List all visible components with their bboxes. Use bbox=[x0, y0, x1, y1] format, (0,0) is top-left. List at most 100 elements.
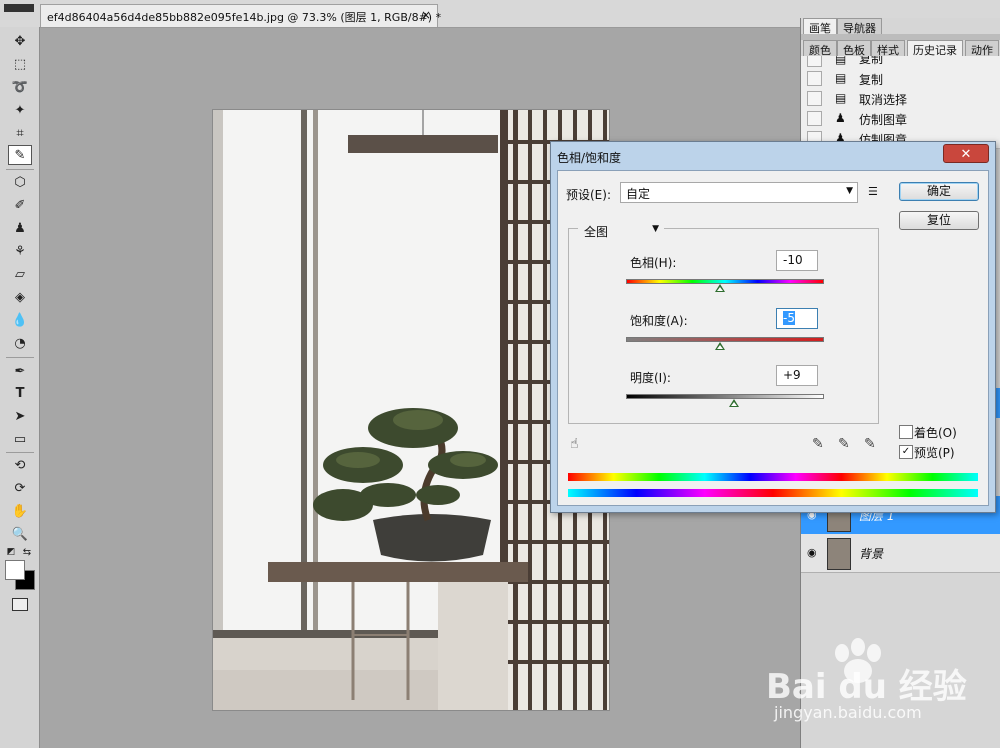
colorize-checkbox[interactable] bbox=[899, 425, 913, 439]
type-tool-icon[interactable]: T bbox=[8, 383, 32, 403]
stamp-icon: ♟ bbox=[835, 111, 846, 125]
brush-tool-icon[interactable]: ✐ bbox=[8, 195, 32, 215]
lightness-value-field[interactable]: +9 bbox=[776, 365, 818, 386]
path-selection-tool-icon[interactable]: ➤ bbox=[8, 406, 32, 426]
hue-saturation-dialog: 色相/饱和度 ✕ 预设(E): 自定 ▼ ☰ 确定 复位 全图 ▼ 色相(H):… bbox=[550, 141, 996, 513]
saturation-value-text: -5 bbox=[783, 311, 795, 325]
dodge-tool-icon[interactable]: ◔ bbox=[8, 333, 32, 353]
document-tab-title: ef4d86404a56d4de85bb882e095fe14b.jpg @ 7… bbox=[47, 11, 442, 24]
close-document-icon[interactable]: × bbox=[421, 8, 431, 22]
lightness-slider-thumb[interactable] bbox=[728, 399, 739, 407]
dialog-close-button[interactable]: ✕ bbox=[943, 144, 989, 163]
shape-tool-icon[interactable]: ▭ bbox=[8, 429, 32, 449]
visibility-eye-icon[interactable]: ◉ bbox=[807, 546, 821, 559]
swap-colors-icon[interactable]: ⇆ bbox=[20, 542, 34, 562]
target-adjustment-hand-icon[interactable]: ☝ bbox=[570, 436, 579, 452]
eraser-tool-icon[interactable]: ▱ bbox=[8, 264, 32, 284]
default-colors-icon[interactable]: ◩ bbox=[4, 542, 18, 562]
3d-rotate-tool-icon[interactable]: ⟲ bbox=[8, 455, 32, 475]
lasso-tool-icon[interactable]: ➰ bbox=[8, 77, 32, 97]
paint-bucket-tool-icon[interactable]: ◈ bbox=[8, 287, 32, 307]
preset-select[interactable]: 自定 ▼ bbox=[620, 182, 858, 203]
history-item-label: 仿制图章 bbox=[859, 113, 908, 127]
marquee-tool-icon[interactable]: ⬚ bbox=[8, 54, 32, 74]
history-item[interactable]: ▤ 取消选择 bbox=[801, 88, 1000, 109]
history-item-label: 取消选择 bbox=[859, 93, 908, 107]
lightness-slider-track[interactable] bbox=[626, 394, 824, 399]
tab-styles[interactable]: 样式 bbox=[871, 40, 905, 57]
history-snapshot-checkbox[interactable] bbox=[807, 56, 822, 67]
eyedropper-tool-icon[interactable]: ✎ bbox=[8, 145, 32, 165]
toolbox-divider bbox=[6, 452, 34, 453]
layer-thumbnail bbox=[827, 538, 851, 570]
reset-button[interactable]: 复位 bbox=[899, 211, 979, 230]
hue-label: 色相(H): bbox=[630, 256, 677, 270]
document-tab[interactable]: ef4d86404a56d4de85bb882e095fe14b.jpg @ 7… bbox=[40, 4, 442, 27]
eyedropper-icon[interactable]: ✎ bbox=[812, 436, 824, 452]
hue-value-field[interactable]: -10 bbox=[776, 250, 818, 271]
baidu-watermark: Bai du 经验 jingyan.baidu.com bbox=[760, 635, 1000, 725]
hue-slider-track[interactable] bbox=[626, 279, 824, 284]
history-item-label: 复制 bbox=[859, 73, 884, 87]
tab-actions[interactable]: 动作 bbox=[965, 40, 999, 57]
history-brush-tool-icon[interactable]: ⚘ bbox=[8, 241, 32, 261]
preview-checkbox[interactable]: ✓ bbox=[899, 445, 913, 459]
tab-history[interactable]: 历史记录 bbox=[907, 40, 963, 57]
chevron-down-icon: ▼ bbox=[846, 186, 853, 196]
colorize-label: 着色(O) bbox=[914, 426, 957, 440]
layer-row-background[interactable]: ◉ 背景 bbox=[801, 534, 1000, 573]
history-item[interactable]: ▤ 复制 bbox=[801, 68, 1000, 89]
spot-healing-tool-icon[interactable]: ⬡ bbox=[8, 172, 32, 192]
dialog-title: 色相/饱和度 bbox=[557, 151, 622, 165]
preset-options-icon[interactable]: ☰ bbox=[868, 185, 878, 198]
document-icon: ▤ bbox=[835, 91, 847, 105]
clone-stamp-tool-icon[interactable]: ♟ bbox=[8, 218, 32, 238]
hue-slider-thumb[interactable] bbox=[714, 284, 725, 292]
layer-name: 背景 bbox=[859, 547, 884, 561]
document-icon: ▤ bbox=[835, 56, 847, 66]
history-item[interactable]: ♟ 仿制图章 bbox=[801, 108, 1000, 129]
document-icon: ▤ bbox=[835, 71, 847, 85]
pen-tool-icon[interactable]: ✒ bbox=[8, 361, 32, 381]
move-tool-icon[interactable]: ✥ bbox=[8, 31, 32, 51]
preview-label: 预览(P) bbox=[914, 446, 955, 460]
foreground-color-swatch[interactable] bbox=[5, 560, 25, 580]
blur-tool-icon[interactable]: 💧 bbox=[8, 310, 32, 330]
adjusted-color-ramp bbox=[568, 489, 978, 497]
history-snapshot-checkbox[interactable] bbox=[807, 111, 822, 126]
eyedropper-plus-icon[interactable]: ✎ bbox=[838, 436, 850, 452]
zoom-tool-icon[interactable]: 🔍 bbox=[8, 524, 32, 544]
channel-select[interactable]: 全图 ▼ bbox=[578, 220, 664, 241]
saturation-label: 饱和度(A): bbox=[630, 314, 688, 328]
checkmark-icon: ✓ bbox=[901, 446, 911, 457]
history-snapshot-checkbox[interactable] bbox=[807, 91, 822, 106]
toolbox-divider bbox=[6, 169, 34, 170]
3d-orbit-tool-icon[interactable]: ⟳ bbox=[8, 478, 32, 498]
preset-label: 预设(E): bbox=[566, 188, 611, 202]
eyedropper-minus-icon[interactable]: ✎ bbox=[864, 436, 876, 452]
chevron-down-icon: ▼ bbox=[652, 224, 659, 234]
tab-brushes[interactable]: 画笔 bbox=[803, 18, 837, 35]
saturation-slider-thumb[interactable] bbox=[715, 342, 726, 350]
tab-swatches[interactable]: 色板 bbox=[837, 40, 871, 57]
watermark-brand: Bai du 经验 bbox=[766, 667, 967, 707]
crop-tool-icon[interactable]: ⌗ bbox=[8, 123, 32, 143]
watermark-url: jingyan.baidu.com bbox=[774, 703, 922, 722]
history-snapshot-checkbox[interactable] bbox=[807, 71, 822, 86]
channel-value: 全图 bbox=[584, 225, 609, 239]
magic-wand-tool-icon[interactable]: ✦ bbox=[8, 100, 32, 120]
toolbox-divider bbox=[6, 357, 34, 358]
preset-value: 自定 bbox=[626, 187, 651, 201]
lightness-label: 明度(I): bbox=[630, 371, 671, 385]
ok-button[interactable]: 确定 bbox=[899, 182, 979, 201]
toolbox-grip[interactable] bbox=[4, 4, 34, 12]
toolbox: ✥ ⬚ ➰ ✦ ⌗ ✎ ⬡ ✐ ♟ ⚘ ▱ ◈ 💧 ◔ ✒ T ➤ ▭ ⟲ ⟳ … bbox=[0, 27, 40, 748]
history-item-label: 复制 bbox=[859, 56, 884, 66]
saturation-value-field[interactable]: -5 bbox=[776, 308, 818, 329]
tab-navigator[interactable]: 导航器 bbox=[837, 18, 882, 35]
hand-tool-icon[interactable]: ✋ bbox=[8, 501, 32, 521]
close-icon: ✕ bbox=[960, 147, 972, 162]
quick-mask-icon[interactable] bbox=[12, 598, 28, 611]
source-color-ramp bbox=[568, 473, 978, 481]
tab-color[interactable]: 颜色 bbox=[803, 40, 837, 57]
